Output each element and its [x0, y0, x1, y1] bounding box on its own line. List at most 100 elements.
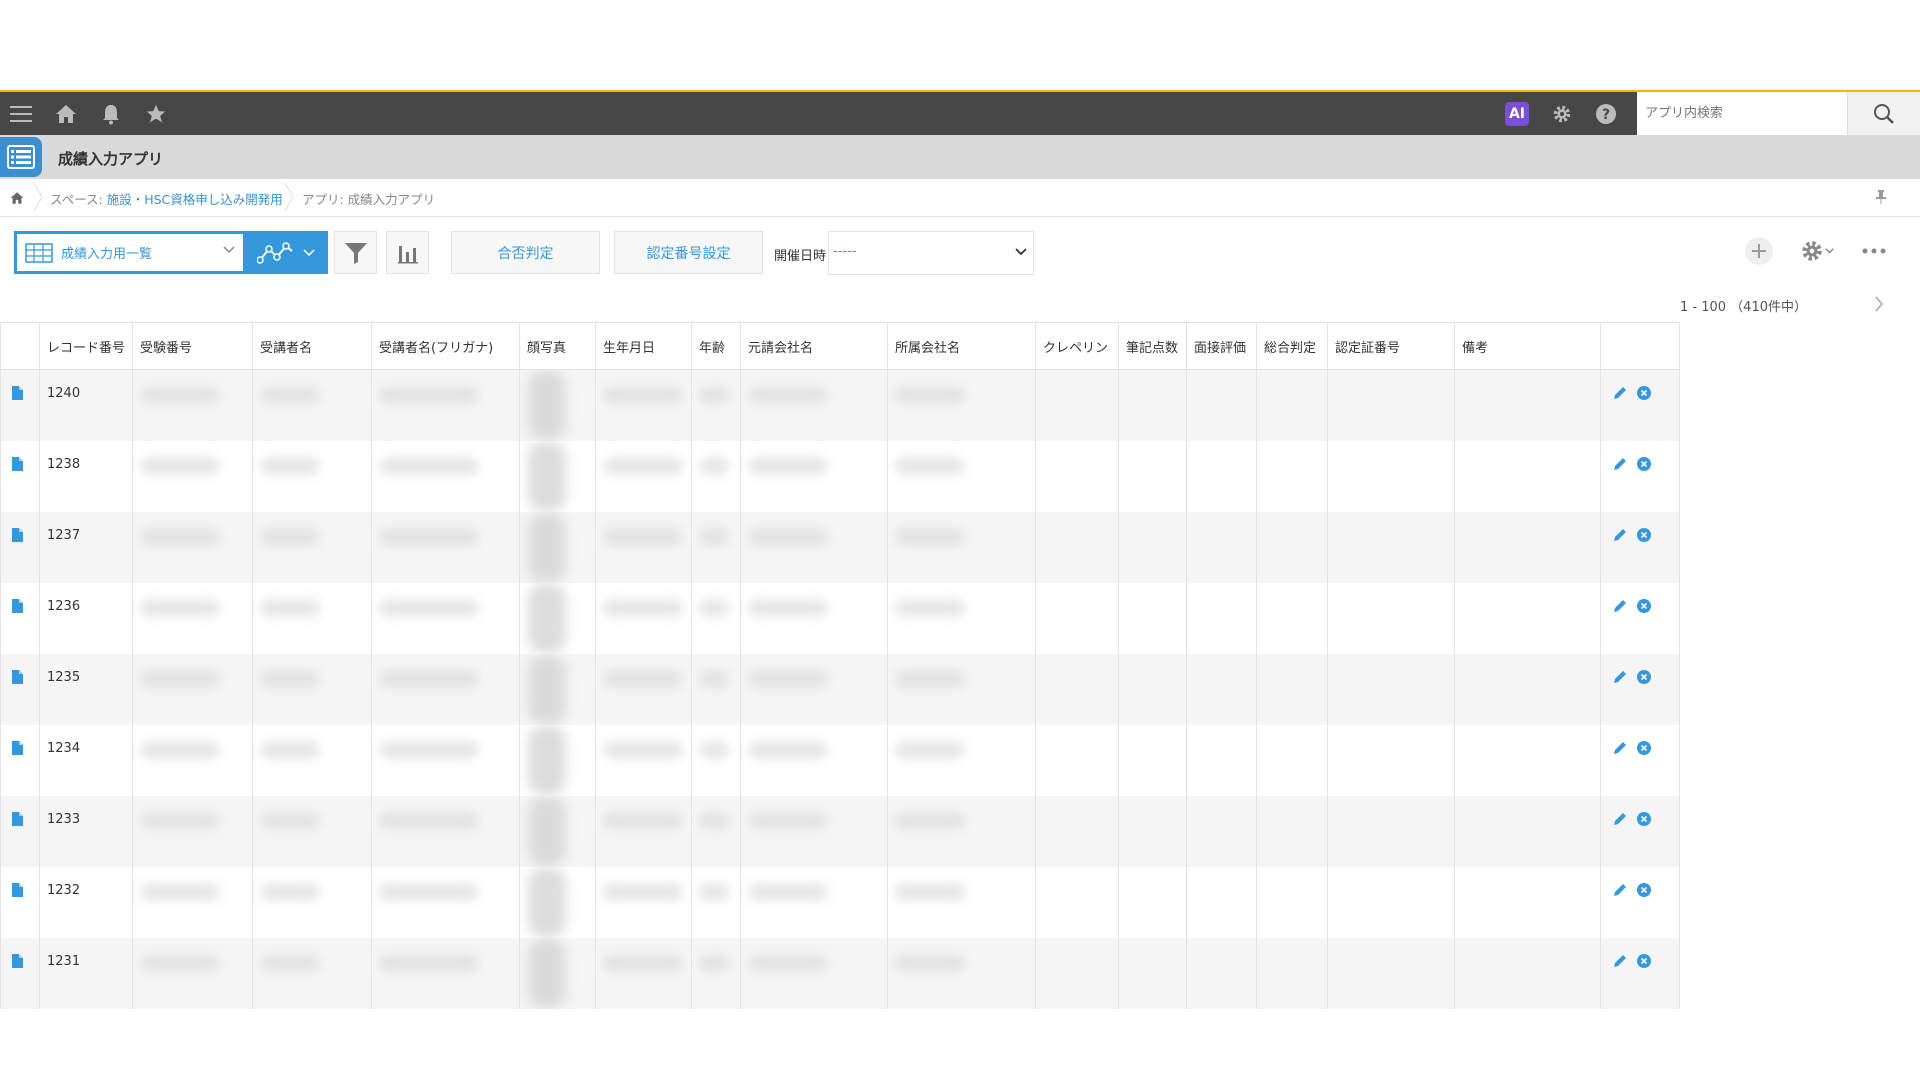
list-app-icon[interactable]: [0, 137, 42, 177]
record-doc-icon[interactable]: [12, 598, 23, 613]
column-header[interactable]: 受講者名(フリガナ): [371, 322, 521, 370]
row-actions: [1600, 795, 1681, 867]
breadcrumb-app[interactable]: アプリ: 成績入力アプリ: [302, 189, 435, 208]
column-header[interactable]: 年齢: [691, 322, 742, 370]
edit-icon[interactable]: [1613, 599, 1627, 613]
remarks-cell: [1454, 440, 1602, 512]
date-filter-select[interactable]: -----: [828, 231, 1034, 275]
ai-badge[interactable]: AI: [1505, 101, 1529, 126]
record-doc-icon[interactable]: [12, 386, 23, 400]
delete-icon[interactable]: [1637, 386, 1652, 400]
search-input[interactable]: [1637, 92, 1847, 135]
record-doc-icon[interactable]: [12, 527, 23, 542]
birthdate-cell: [595, 582, 693, 654]
redacted-value: [379, 456, 480, 475]
column-header[interactable]: 受講者名: [252, 322, 373, 370]
column-header[interactable]: 顔写真: [519, 322, 597, 370]
chevron-right-icon: [1875, 296, 1883, 312]
redacted-photo: [528, 724, 567, 796]
more-options-button[interactable]: [1860, 236, 1888, 266]
photo-cell: [519, 582, 597, 654]
cert-number-button[interactable]: 認定番号設定: [614, 231, 763, 274]
delete-icon[interactable]: [1637, 882, 1652, 897]
column-header[interactable]: 面接評価: [1186, 322, 1258, 370]
record-detail-cell[interactable]: [0, 511, 40, 583]
column-header[interactable]: クレペリン: [1035, 322, 1120, 370]
photo-cell: [519, 369, 597, 441]
record-detail-cell[interactable]: [0, 795, 40, 867]
delete-icon[interactable]: [1637, 811, 1652, 826]
star-icon[interactable]: [143, 101, 169, 127]
delete-icon[interactable]: [1637, 740, 1652, 755]
edit-icon[interactable]: [1613, 883, 1627, 897]
edit-icon[interactable]: [1613, 457, 1627, 471]
column-header[interactable]: 生年月日: [595, 322, 693, 370]
search-button[interactable]: [1847, 92, 1920, 135]
view-selector[interactable]: 成績入力用一覧: [14, 231, 243, 274]
add-record-button[interactable]: [1744, 236, 1774, 266]
chart-button[interactable]: [386, 231, 429, 274]
column-header[interactable]: 認定証番号: [1327, 322, 1456, 370]
record-doc-icon[interactable]: [12, 740, 23, 755]
record-doc-icon[interactable]: [12, 882, 23, 897]
record-doc-icon[interactable]: [12, 953, 23, 968]
graph-menu-button[interactable]: [243, 231, 328, 274]
affiliation-company-cell: [887, 511, 1037, 583]
record-detail-cell[interactable]: [0, 937, 40, 1009]
record-detail-cell[interactable]: [0, 369, 40, 441]
record-detail-cell[interactable]: [0, 440, 40, 512]
redacted-value: [260, 882, 321, 901]
age-cell: [691, 653, 742, 725]
date-filter-label: 開催日時: [774, 249, 827, 264]
column-header[interactable]: 受験番号: [132, 322, 254, 370]
column-header[interactable]: 所属会社名: [887, 322, 1037, 370]
record-detail-cell[interactable]: [0, 653, 40, 725]
cert-number-cell: [1327, 937, 1456, 1009]
home-icon[interactable]: [53, 101, 79, 127]
record-number-cell: 1231: [38, 937, 134, 1009]
redacted-value: [895, 882, 966, 901]
delete-icon[interactable]: [1637, 527, 1652, 542]
affiliation-company-cell: [887, 937, 1037, 1009]
filter-button[interactable]: [334, 231, 377, 274]
student-name-cell: [252, 653, 373, 725]
record-doc-icon[interactable]: [12, 669, 23, 684]
delete-icon[interactable]: [1637, 456, 1652, 471]
delete-icon[interactable]: [1637, 953, 1652, 968]
pin-icon[interactable]: [1876, 189, 1886, 208]
delete-icon[interactable]: [1637, 669, 1652, 684]
remarks-cell: [1454, 511, 1602, 583]
affiliation-company-cell: [887, 582, 1037, 654]
edit-icon[interactable]: [1613, 812, 1627, 826]
gear-icon[interactable]: [1549, 101, 1575, 127]
column-header[interactable]: レコード番号: [38, 322, 134, 370]
exam-number-cell: [132, 440, 254, 512]
record-detail-cell[interactable]: [0, 724, 40, 796]
redacted-value: [895, 953, 966, 972]
photo-cell: [519, 511, 597, 583]
settings-menu-button[interactable]: [1795, 236, 1837, 266]
delete-icon[interactable]: [1637, 598, 1652, 613]
column-header[interactable]: 元請会社名: [740, 322, 889, 370]
record-doc-icon[interactable]: [12, 811, 23, 826]
column-header[interactable]: 総合判定: [1256, 322, 1329, 370]
pass-judge-button[interactable]: 合否判定: [451, 231, 600, 274]
edit-icon[interactable]: [1613, 670, 1627, 684]
record-detail-cell[interactable]: [0, 866, 40, 938]
record-doc-icon[interactable]: [12, 456, 23, 471]
edit-icon[interactable]: [1613, 954, 1627, 968]
bell-icon[interactable]: [98, 101, 124, 127]
edit-icon[interactable]: [1613, 386, 1627, 400]
edit-icon[interactable]: [1613, 528, 1627, 542]
next-page-button[interactable]: [1874, 296, 1884, 316]
record-detail-cell[interactable]: [0, 582, 40, 654]
breadcrumb-space-link[interactable]: 施設・HSC資格申し込み開発用: [107, 192, 283, 207]
edit-icon[interactable]: [1613, 741, 1627, 755]
column-header[interactable]: 筆記点数: [1118, 322, 1188, 370]
remarks-cell: [1454, 653, 1602, 725]
menu-icon[interactable]: [8, 101, 34, 127]
help-icon[interactable]: ?: [1593, 101, 1619, 127]
column-header[interactable]: 備考: [1454, 322, 1602, 370]
row-actions: [1600, 511, 1681, 583]
breadcrumb-home-icon[interactable]: [10, 190, 24, 209]
